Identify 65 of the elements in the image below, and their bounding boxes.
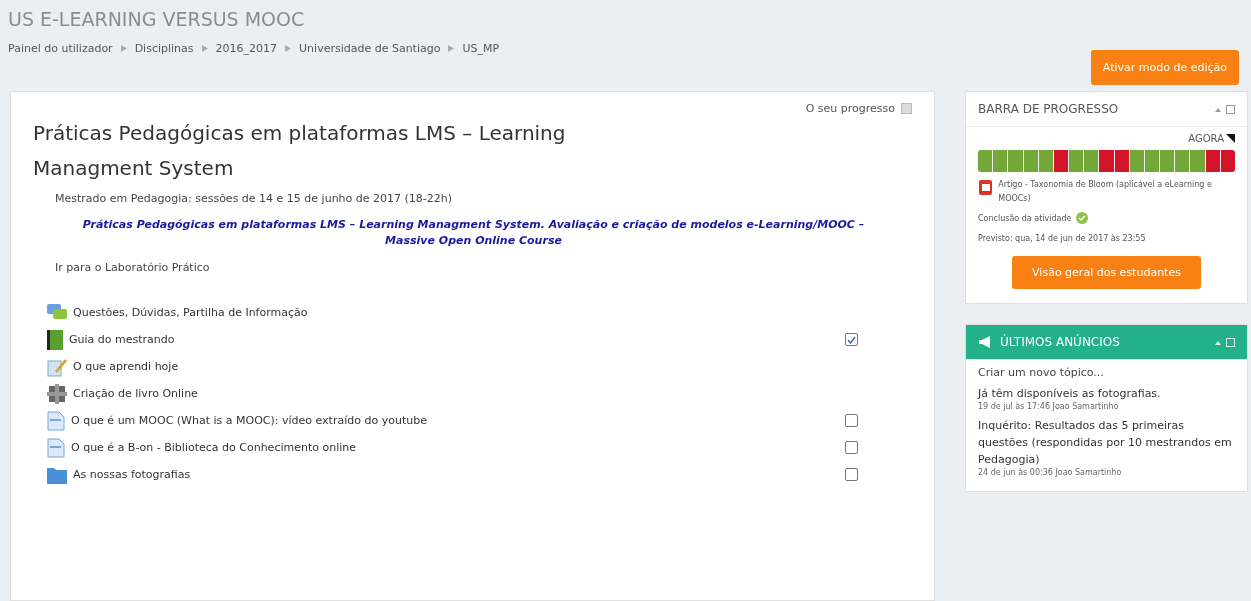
activity-link[interactable]: Guia do mestrando xyxy=(69,333,839,346)
course-title: US E-LEARNING VERSUS MOOC xyxy=(8,8,306,30)
document-icon xyxy=(47,410,65,431)
announcement-meta: 19 de jul às 17:46 Joao Samartinho xyxy=(978,402,1120,411)
check-icon xyxy=(1076,212,1089,224)
progress-segment[interactable] xyxy=(1084,150,1099,172)
breadcrumb-arrow-icon xyxy=(120,45,127,52)
breadcrumb-link[interactable]: Disciplinas xyxy=(134,42,194,55)
progress-segment[interactable] xyxy=(1023,150,1038,172)
breadcrumb-link[interactable]: US_MP xyxy=(462,42,500,55)
progress-segment[interactable] xyxy=(993,150,1008,172)
progress-segment[interactable] xyxy=(1144,150,1160,172)
help-icon xyxy=(901,103,912,114)
section-description: Práticas Pedagógicas em plataformas LMS – Learning Managment System. Avaliação e criação de modelos e-Learning/MOOC – Massive Open Online Course xyxy=(81,217,866,249)
announcement-link[interactable]: Já têm disponíveis as fotografias. xyxy=(978,385,1235,402)
activity-link[interactable]: Questões, Dúvidas, Partilha de Informação xyxy=(73,306,894,319)
folder-icon xyxy=(47,465,67,484)
breadcrumb-link[interactable]: Universidade de Santiago xyxy=(299,42,441,55)
section-title: Práticas Pedagógicas em plataformas LMS – Learning Managment System xyxy=(33,120,567,182)
now-label: AGORA xyxy=(1188,133,1224,144)
lab-link[interactable]: Ir para o Laboratório Prático xyxy=(55,261,914,274)
completion-checkbox[interactable] xyxy=(845,333,858,346)
document-icon xyxy=(47,437,65,458)
block-title: BARRA DE PROGRESSO xyxy=(978,102,1119,116)
progress-label: O seu progresso xyxy=(805,102,895,115)
puzzle-icon xyxy=(47,383,67,404)
activity-link[interactable]: O que é um MOOC (What is a MOOC): vídeo extraído do youtube xyxy=(71,414,839,427)
progress-segment[interactable] xyxy=(1114,150,1129,172)
announcement-meta: 24 de jun às 00:36 Joao Samartinho xyxy=(978,468,1123,477)
book-icon xyxy=(47,329,63,350)
progress-segment[interactable] xyxy=(1220,150,1235,172)
progress-segment[interactable] xyxy=(1160,150,1175,172)
expected-date: Previsto: qua, 14 de jun de 2017 às 23:55 xyxy=(978,233,1146,245)
breadcrumb-link[interactable]: Painel do utilizador xyxy=(8,42,113,55)
activity-link[interactable]: O que é a B-on - Biblioteca do Conhecimento online xyxy=(71,441,839,454)
activity-link[interactable]: Criação de livro Online xyxy=(73,387,894,400)
progress-segment[interactable] xyxy=(1205,150,1220,172)
corner-arrow-icon xyxy=(1226,134,1235,143)
progress-segment[interactable] xyxy=(1129,150,1144,172)
activity-link[interactable]: As nossas fotografias xyxy=(73,468,839,481)
breadcrumb-arrow-icon xyxy=(448,45,455,52)
progress-segment[interactable] xyxy=(978,150,993,172)
block-title: ÚLTIMOS ANÚNCIOS xyxy=(1000,335,1120,349)
new-topic-link[interactable]: Criar um novo tópico... xyxy=(978,366,1235,379)
activity-name: Artigo - Taxonomia de Bloom (aplicável a eLearning e MOOCs) xyxy=(998,179,1213,205)
completion-checkbox[interactable] xyxy=(845,441,858,454)
completion-checkbox[interactable] xyxy=(845,414,858,427)
pencil-paper-icon xyxy=(47,356,67,377)
progress-segment[interactable] xyxy=(1175,150,1190,172)
breadcrumb-arrow-icon xyxy=(285,45,292,52)
completion-checkbox[interactable] xyxy=(845,468,858,481)
megaphone-icon xyxy=(978,336,992,348)
chat-bubbles-icon xyxy=(47,303,67,322)
block-controls-icon[interactable] xyxy=(1215,104,1235,114)
progress-segment[interactable] xyxy=(1038,150,1053,172)
announcement-link[interactable]: Inquérito: Resultados das 5 primeiras questões (respondidas por 10 mestrandos em Pedagogia) xyxy=(978,417,1235,468)
breadcrumb-link[interactable]: 2016_2017 xyxy=(215,42,278,55)
breadcrumb-arrow-icon xyxy=(201,45,208,52)
block-controls-icon[interactable] xyxy=(1215,337,1235,347)
progress-segment[interactable] xyxy=(1053,150,1069,172)
activity-link[interactable]: O que aprendi hoje xyxy=(73,360,894,373)
document-icon xyxy=(978,178,994,196)
progress-segment[interactable] xyxy=(1069,150,1084,172)
section-subtitle: Mestrado em Pedagogia: sessões de 14 e 15 de junho de 2017 (18-22h) xyxy=(55,192,454,205)
completion-label: Conclusão da atividade xyxy=(978,213,1072,225)
